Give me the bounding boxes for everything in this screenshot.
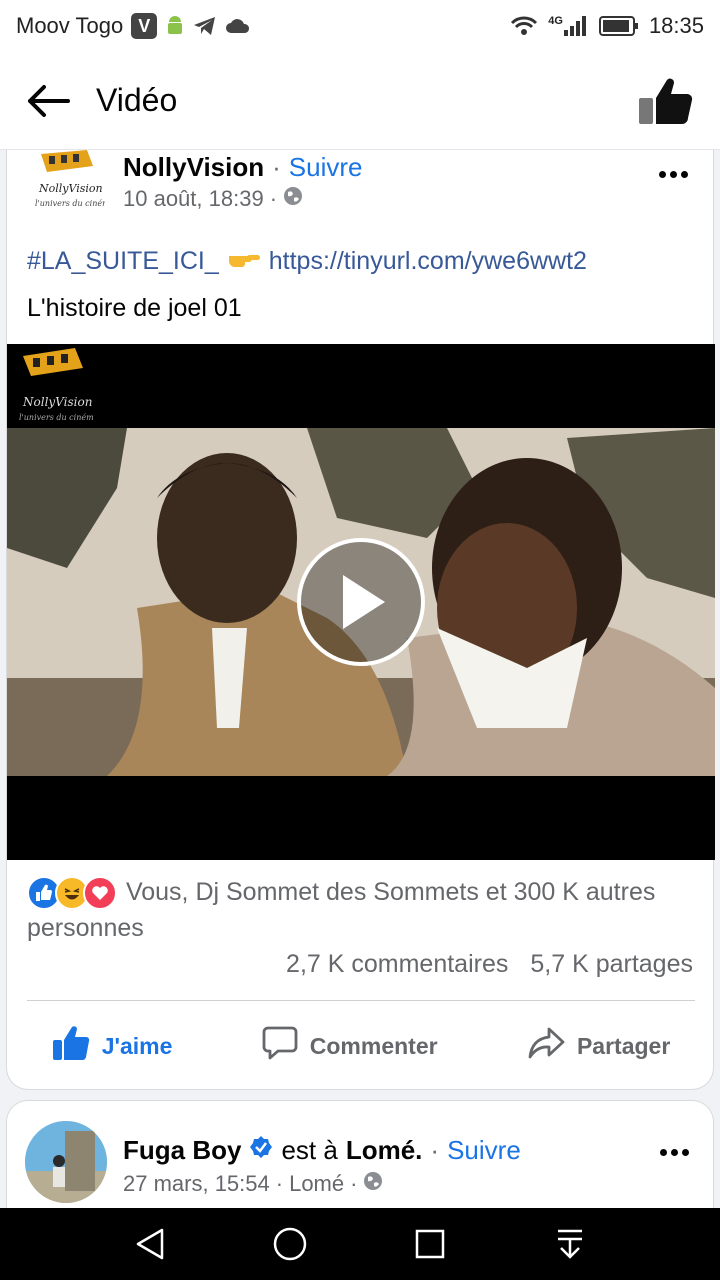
video-player[interactable]: NollyVision l'univers du ciném [7,344,715,860]
nav-back-icon[interactable] [126,1220,174,1268]
watermark-logo: NollyVision l'univers du ciném [13,346,123,426]
telegram-icon [193,16,217,36]
back-arrow-icon[interactable] [24,77,72,125]
status-bar: Moov Togo V 4G 18:35 [0,0,720,52]
svg-text:l'univers du ciném: l'univers du ciném [35,199,105,208]
post2-timestamp[interactable]: 27 mars, 15:54 [123,1171,270,1197]
verified-badge-icon [249,1135,273,1166]
status-right-group: 4G 18:35 [510,13,704,39]
post2-meta-separator-2: · [350,1171,358,1196]
post-author-line: NollyVision · Suivre [123,152,362,183]
post2-author-name[interactable]: Fuga Boy [123,1135,241,1166]
post-header: NollyVision l'univers du ciném NollyVisi… [27,150,697,230]
thumbs-up-icon[interactable] [636,71,696,131]
author-name[interactable]: NollyVision [123,152,264,183]
post2-location: Lomé [289,1171,345,1196]
nav-recents-icon[interactable] [406,1220,454,1268]
share-icon [527,1026,565,1066]
signal-icon: 4G [548,15,589,37]
post-text: L'histoire de joel 01 [27,294,242,322]
like-button[interactable]: J'aime [40,1015,185,1077]
play-button[interactable] [297,538,425,666]
app-bar: Vidéo [0,52,720,150]
android-icon [165,15,185,37]
post-actions: J'aime Commenter Partager [7,1006,715,1086]
post2-author-line: Fuga Boy est à Lomé. · Suivre [123,1135,521,1166]
post2-meta: 27 mars, 15:54 · Lomé · [123,1171,383,1197]
system-nav-bar [0,1208,720,1280]
love-reaction-icon [83,876,117,911]
post-timestamp[interactable]: 10 août, 18:39 [123,186,264,212]
battery-icon [598,15,639,37]
url-link[interactable]: https://tinyurl.com/ywe6wwt2 [269,247,587,276]
post2-follow-button[interactable]: Suivre [447,1135,521,1166]
comment-button[interactable]: Commenter [250,1015,450,1077]
post-meta: 10 août, 18:39 · [123,186,303,212]
like-icon [52,1025,90,1067]
post2-meta-separator: · [275,1171,284,1196]
comment-label: Commenter [309,1032,438,1059]
post2-separator: · [430,1135,440,1165]
hashtag-link[interactable]: #LA_SUITE_ICI_ [27,247,219,276]
reaction-icons [27,876,117,911]
meta-separator: · [269,186,278,211]
network-type: 4G [548,15,563,27]
svg-text:NollyVision: NollyVision [22,395,92,409]
shares-count[interactable]: 5,7 K partages [530,950,693,979]
globe-icon [283,186,303,212]
post2-more-options-icon[interactable] [660,1149,689,1156]
wifi-icon [510,15,538,37]
checkin-text: est à [281,1135,338,1165]
share-button[interactable]: Partager [515,1016,682,1076]
video-post-card: NollyVision l'univers du ciném NollyVisi… [6,150,715,1090]
more-options-icon[interactable] [653,164,693,184]
reactions-summary[interactable]: Vous, Dj Sommet des Sommets et 300 K aut… [27,874,697,946]
engagement-counts: 2,7 K commentaires 5,7 K partages [286,950,693,979]
nav-notifications-icon[interactable] [546,1220,594,1268]
cloud-icon [225,17,251,35]
follow-button[interactable]: Suivre [289,152,363,183]
share-label: Partager [576,1032,671,1059]
globe-icon [363,1171,383,1197]
checkin-place[interactable]: Lomé. [346,1135,423,1166]
reactions-text: Vous, Dj Sommet des Sommets et 300 K aut… [27,878,656,943]
svg-text:NollyVision: NollyVision [38,182,103,195]
actions-divider [27,1000,695,1001]
comment-icon [262,1025,298,1067]
nav-home-icon[interactable] [266,1220,314,1268]
status-carrier-group: Moov Togo V [16,13,251,39]
pointing-hand-emoji-icon [227,246,261,277]
author-separator: · [272,152,281,182]
post-link-line: #LA_SUITE_ICI_ https://tinyurl.com/ywe6w… [27,246,587,277]
page-avatar[interactable]: NollyVision l'univers du ciném [29,150,110,216]
svg-text:l'univers du ciném: l'univers du ciném [19,413,94,422]
like-label: J'aime [101,1032,173,1059]
carrier-name: Moov Togo [16,13,124,38]
page-title: Vidéo [96,82,178,118]
v-badge-icon: V [131,13,158,39]
status-time: 18:35 [648,13,704,38]
comments-count[interactable]: 2,7 K commentaires [286,950,508,979]
user-avatar[interactable] [25,1121,107,1203]
